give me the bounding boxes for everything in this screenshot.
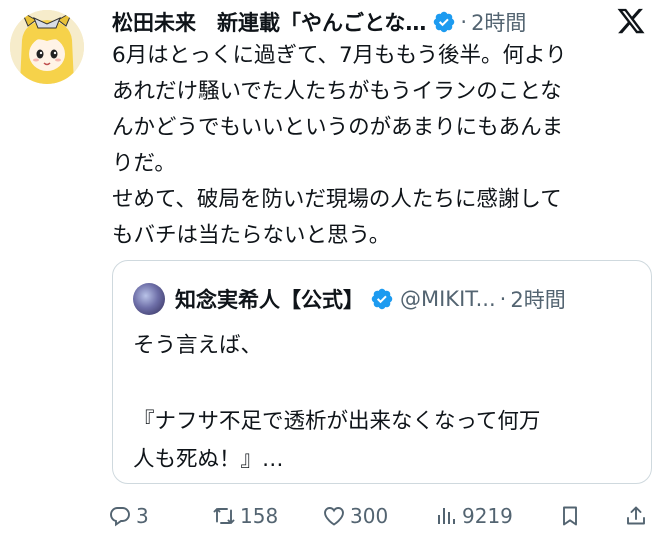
author-avatar[interactable]	[10, 10, 84, 84]
tweet-body-line: んかどうでもいいというのがあまりにもあんま	[112, 115, 564, 140]
verified-badge-icon	[371, 288, 393, 310]
tweet-body-line: せめて、破局を防いだ現場の人たちに感謝して	[112, 187, 562, 212]
like-icon	[324, 507, 344, 526]
tweet-body-line: 6月はとっくに過ぎて、7月ももう後半。何より	[112, 43, 567, 68]
like-button[interactable]: 300	[322, 502, 388, 530]
repost-count: 158	[240, 504, 279, 528]
quoted-tweet-header: 知念実希人【公式】 @MIKIT... · 2時間	[133, 282, 633, 316]
views-button[interactable]: 9219	[434, 502, 513, 530]
tweet-header: 松田未来 新連載「やんごとな… · 2時間	[112, 6, 612, 38]
quoted-author-handle[interactable]: @MIKIT...	[400, 287, 496, 311]
quoted-author-display-name[interactable]: 知念実希人【公式】	[175, 284, 364, 314]
reply-icon	[110, 507, 130, 527]
verified-badge-icon	[434, 11, 455, 33]
tweet-timestamp[interactable]: 2時間	[471, 7, 526, 37]
tweet-body-line: もバチは当たらないと思う。	[112, 223, 391, 248]
tweet-body: 6月はとっくに過ぎて、7月ももう後半。何より あれだけ騒いでた人たちがもうイラン…	[112, 38, 660, 254]
tweet-body-line: りだ。	[112, 151, 176, 176]
views-count: 9219	[462, 504, 513, 528]
quoted-tweet-timestamp[interactable]: 2時間	[510, 284, 565, 314]
share-icon	[627, 506, 645, 525]
bookmark-icon	[563, 506, 577, 526]
tweet-action-bar: 3 158 300 9219	[108, 500, 658, 534]
repost-icon	[213, 508, 235, 524]
quoted-tweet-card[interactable]: 知念実希人【公式】 @MIKIT... · 2時間 そう言えば、 『ナフサ不足で…	[112, 260, 652, 484]
reply-button[interactable]: 3	[108, 502, 149, 530]
quoted-author-avatar[interactable]	[133, 283, 165, 315]
views-icon	[438, 508, 455, 524]
like-count: 300	[350, 504, 389, 528]
tweet-body-line: あれだけ騒いでた人たちがもうイランのことな	[112, 79, 562, 104]
quoted-body-line: 人も死ぬ！』…	[133, 447, 284, 472]
quoted-tweet-body: そう言えば、 『ナフサ不足で透析が出来なくなって何万 人も死ぬ！』…	[133, 327, 633, 479]
bookmark-button[interactable]	[558, 502, 586, 530]
quoted-body-line: そう言えば、	[133, 333, 263, 358]
x-logo-icon[interactable]	[616, 6, 646, 36]
reply-count: 3	[136, 504, 149, 528]
quoted-body-line	[133, 365, 633, 403]
share-button[interactable]	[624, 502, 652, 530]
tweet: 松田未来 新連載「やんごとな… · 2時間 6月はとっくに過ぎて、7月ももう後半…	[0, 0, 670, 534]
author-display-name[interactable]: 松田未来 新連載「やんごとな…	[112, 7, 426, 37]
header-separator: ·	[460, 10, 468, 34]
repost-button[interactable]: 158	[212, 502, 278, 530]
quoted-header-separator: ·	[499, 287, 507, 311]
quoted-body-line: 『ナフサ不足で透析が出来なくなって何万	[133, 409, 541, 434]
